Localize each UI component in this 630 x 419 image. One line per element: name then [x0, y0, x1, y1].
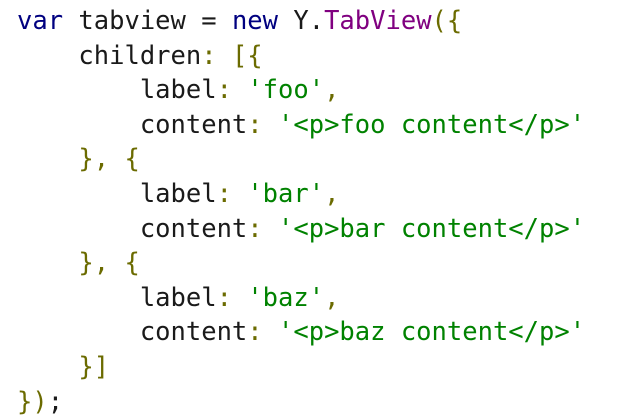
code-token-pun: ({: [431, 6, 463, 36]
code-token-plain: label: [17, 178, 217, 209]
code-token-plain: children: [17, 40, 202, 71]
code-token-pun: }): [17, 386, 48, 417]
code-line: label: 'bar',: [17, 177, 630, 212]
code-token-plain: ;: [47, 386, 64, 417]
code-line: }]: [17, 350, 630, 385]
code-view[interactable]: var tabview = new Y.TabView({ children: …: [0, 0, 630, 417]
code-token-plain: Y.: [278, 6, 325, 36]
code-token-str: '<p>baz content</p>': [278, 317, 586, 348]
code-token-kw: var: [17, 6, 64, 36]
code-line: var tabview = new Y.TabView({: [17, 4, 630, 39]
code-token-pun: :: [216, 178, 248, 209]
code-token-pun: : [{: [201, 40, 263, 71]
code-line: content: '<p>foo content</p>': [17, 108, 630, 143]
code-line: }, {: [17, 246, 630, 281]
code-token-plain: content: [17, 317, 248, 348]
code-token-plain: tabview =: [63, 6, 232, 36]
code-token-pun: :: [247, 317, 279, 348]
code-line: }, {: [17, 142, 630, 177]
code-token-str: '<p>bar content</p>': [278, 213, 586, 244]
code-token-pun: }, {: [17, 248, 140, 279]
code-line: content: '<p>baz content</p>': [17, 315, 630, 350]
code-token-str: 'baz': [247, 282, 325, 313]
code-token-pun: :: [247, 213, 279, 244]
code-token-kw: new: [231, 6, 279, 36]
code-token-pun: }]: [17, 351, 110, 382]
code-line: content: '<p>bar content</p>': [17, 212, 630, 247]
code-token-cls: TabView: [324, 6, 432, 36]
code-token-plain: label: [17, 282, 217, 313]
code-token-pun: }, {: [17, 144, 140, 175]
code-token-pun: ,: [324, 178, 340, 209]
code-token-pun: ,: [324, 282, 340, 313]
code-token-plain: label: [17, 75, 217, 106]
code-token-str: 'foo': [247, 75, 325, 106]
code-token-plain: content: [17, 109, 248, 140]
code-line: label: 'foo',: [17, 73, 630, 108]
code-token-plain: content: [17, 213, 248, 244]
code-token-pun: :: [247, 109, 279, 140]
code-token-str: 'bar': [247, 178, 325, 209]
code-token-pun: ,: [324, 75, 340, 106]
code-line: });: [17, 385, 630, 419]
code-token-pun: :: [216, 282, 248, 313]
code-line: label: 'baz',: [17, 281, 630, 316]
code-line: children: [{: [17, 39, 630, 74]
code-token-pun: :: [216, 75, 248, 106]
code-token-str: '<p>foo content</p>': [278, 109, 586, 140]
